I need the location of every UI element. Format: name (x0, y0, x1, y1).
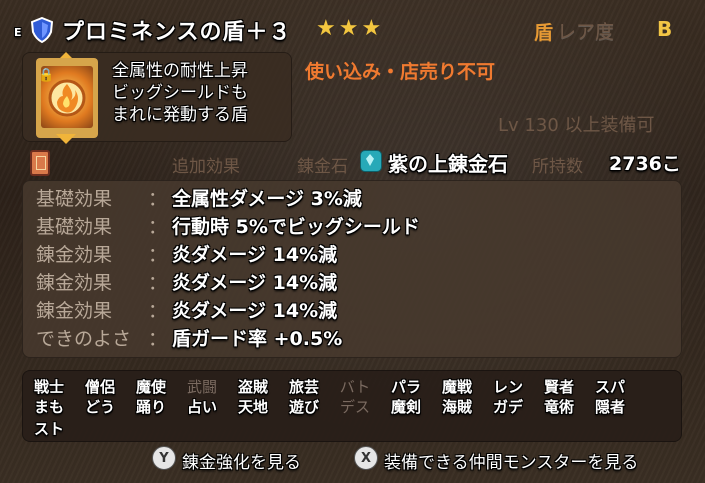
owned-count-label: 所持数 (532, 157, 583, 177)
lock-icon: 🔒 (38, 68, 55, 83)
y-button-icon[interactable]: Y (152, 446, 176, 470)
level-number: 130 (524, 115, 559, 136)
job-label: 隠者 (594, 398, 625, 416)
job-label: 占い (186, 398, 217, 416)
level-requirement: Lv 130 以上装備可 (498, 111, 655, 137)
job-label: 海賊 (441, 398, 472, 416)
additional-effects-label: 追加効果 (172, 157, 240, 177)
shield-category-icon: 盾 (534, 22, 554, 44)
effect-colon: ： (148, 300, 168, 322)
job-label: 天地 (237, 398, 268, 416)
alchemy-stone-label: 錬金石 (297, 157, 348, 177)
effect-value: 盾ガード率 +0.5% (172, 328, 343, 350)
job-label: 旅芸 (288, 378, 319, 396)
effect-colon: ： (148, 216, 168, 238)
item-description: 全属性の耐性上昇 ビッグシールドも まれに発動する盾 (112, 60, 248, 126)
description-line: ビッグシールドも (112, 83, 248, 103)
effect-value: 行動時 5%でビッグシールド (172, 216, 420, 238)
effect-row: 基礎効果 ：行動時 5%でビッグシールド (36, 214, 420, 240)
rarity-label: レア度 (557, 21, 615, 43)
x-button-icon[interactable]: X (354, 446, 378, 470)
effect-colon: ： (148, 328, 168, 350)
job-label: 賢者 (543, 378, 574, 396)
job-label: バト (339, 378, 371, 396)
job-label: デス (339, 398, 370, 416)
job-label: レン (492, 378, 523, 396)
job-label: 魔剣 (390, 398, 421, 416)
job-label: ガデ (492, 398, 523, 416)
effect-value: 炎ダメージ 14%減 (172, 272, 338, 294)
warning-text: 使い込み・店売り不可 (305, 61, 496, 83)
effect-category: 基礎効果 (36, 188, 113, 210)
effect-category: 基礎効果 (36, 216, 113, 238)
shield-icon (31, 17, 53, 43)
effect-colon: ： (148, 244, 168, 266)
description-line: 全属性の耐性上昇 (112, 61, 248, 81)
job-label: スパ (594, 378, 625, 396)
job-label: 盗賊 (237, 378, 268, 396)
arrow-down-icon[interactable] (56, 134, 76, 144)
alchemy-stone-name: 紫の上錬金石 (388, 152, 508, 176)
effect-value: 炎ダメージ 14%減 (172, 244, 338, 266)
description-line: まれに発動する盾 (112, 105, 248, 125)
rarity-stars: ★★★ (316, 16, 385, 41)
equipped-mark: E (14, 26, 22, 39)
job-label: 僧侶 (84, 378, 115, 396)
effect-colon: ： (148, 272, 168, 294)
effect-colon: ： (148, 188, 168, 210)
job-label: まも (33, 398, 64, 416)
effect-category: 錬金効果 (36, 244, 113, 266)
job-label: 遊び (288, 398, 319, 416)
rarity-value: B (657, 17, 673, 41)
alchemy-stone-icon (360, 150, 382, 172)
job-label: どう (84, 398, 115, 416)
job-label: パラ (390, 378, 421, 396)
effect-category: できのよさ (36, 328, 132, 350)
effect-row: 基礎効果 ：全属性ダメージ 3%減 (36, 186, 362, 212)
effect-category: 錬金効果 (36, 272, 113, 294)
job-label: スト (33, 420, 64, 438)
effect-value: 炎ダメージ 14%減 (172, 300, 338, 322)
book-icon[interactable] (30, 150, 50, 176)
effect-row: 錬金効果 ：炎ダメージ 14%減 (36, 298, 337, 324)
owned-count: 2736こ (609, 153, 681, 175)
effect-row: 錬金効果 ：炎ダメージ 14%減 (36, 270, 337, 296)
job-label: 武闘 (186, 378, 217, 396)
view-alchemy-button[interactable]: 錬金強化を見る (182, 448, 301, 473)
level-suffix: 以上装備可 (564, 115, 655, 136)
job-label: 戦士 (33, 378, 64, 396)
item-name: プロミネンスの盾＋３ (62, 20, 292, 45)
view-monsters-button[interactable]: 装備できる仲間モンスターを見る (384, 448, 638, 473)
effect-row: できのよさ ：盾ガード率 +0.5% (36, 326, 342, 352)
level-prefix: Lv (498, 115, 519, 136)
job-label: 魔使 (135, 378, 166, 396)
job-label: 踊り (135, 398, 166, 416)
job-label: 魔戦 (441, 378, 472, 396)
effect-category: 錬金効果 (36, 300, 113, 322)
effect-value: 全属性ダメージ 3%減 (172, 188, 362, 210)
effect-row: 錬金効果 ：炎ダメージ 14%減 (36, 242, 337, 268)
job-label: 竜術 (543, 398, 574, 416)
